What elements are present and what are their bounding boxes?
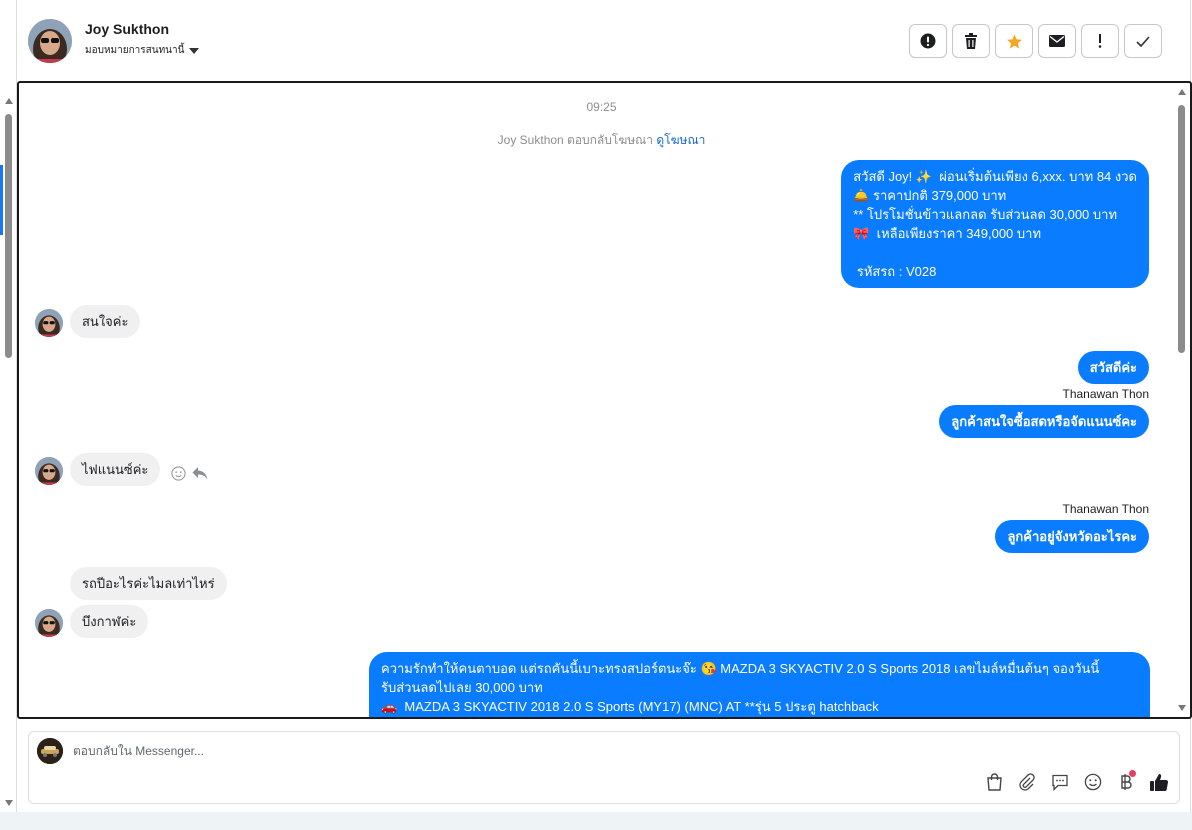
outgoing-message[interactable]: สวัสดี Joy! ✨ ผ่อนเริ่มต้นเพียง 6,xxx. บ…	[841, 160, 1149, 288]
delete-button[interactable]	[952, 24, 990, 58]
scroll-down-arrow-icon[interactable]	[5, 800, 13, 806]
mark-spam-button[interactable]	[909, 24, 947, 58]
composer-actions	[984, 770, 1169, 792]
sender-name: Thanawan Thon	[1062, 387, 1149, 401]
ad-reply-note: Joy Sukthon ตอบกลับโฆษณา ดูโฆษณา	[19, 131, 1184, 150]
contact-avatar	[35, 457, 63, 485]
incoming-message[interactable]: บึงกาฬค่ะ	[70, 605, 149, 638]
scroll-up-arrow-icon[interactable]	[5, 98, 13, 104]
mark-unread-button[interactable]	[1038, 24, 1076, 58]
exclamation-icon	[1098, 34, 1102, 48]
assign-label: มอบหมายการสนทนานี้	[85, 45, 185, 56]
emoji-icon[interactable]	[1083, 772, 1103, 792]
contact-avatar	[35, 309, 63, 337]
assign-conversation-dropdown[interactable]: มอบหมายการสนทนานี้	[85, 43, 200, 58]
message-timestamp: 09:25	[586, 100, 617, 114]
conversation-header: Joy Sukthon มอบหมายการสนทนานี้	[17, 0, 1190, 80]
page-avatar	[37, 738, 63, 764]
incoming-message[interactable]: สนใจค่ะ	[70, 305, 141, 338]
caret-down-icon	[189, 48, 200, 54]
exclamation-circle-icon	[920, 33, 936, 49]
scroll-up-arrow-icon[interactable]	[1178, 89, 1186, 95]
conversation-toolbar	[909, 24, 1162, 58]
contact-name: Joy Sukthon	[85, 21, 170, 37]
contact-avatar	[35, 609, 63, 637]
left-scrollbar[interactable]	[3, 96, 15, 808]
incoming-message[interactable]: ไฟแนนซ์ค่ะ	[70, 453, 161, 486]
trash-icon	[965, 33, 977, 49]
incoming-message[interactable]: รถปีอะไรค่ะไมลเท่าไหร่	[70, 567, 227, 600]
outgoing-message[interactable]: ลูกค้าสนใจซื้อสดหรือจัดแนนซ์คะ	[939, 405, 1149, 438]
envelope-icon	[1049, 35, 1065, 47]
outgoing-message[interactable]: ความรักทำให้คนตาบอด แต่รถคันนี้เบาะทรงสป…	[369, 652, 1150, 717]
message-composer	[28, 731, 1180, 804]
notification-dot	[1129, 770, 1136, 777]
message-thread[interactable]: 09:25 Joy Sukthon ตอบกลับโฆษณา ดูโฆษณา ส…	[17, 81, 1192, 719]
star-icon	[1006, 33, 1022, 49]
view-ad-link[interactable]: ดูโฆษณา	[656, 133, 705, 147]
message-actions	[171, 466, 208, 481]
star-button[interactable]	[995, 24, 1033, 58]
follow-up-button[interactable]	[1081, 24, 1119, 58]
check-icon	[1136, 35, 1150, 47]
paperclip-icon[interactable]	[1017, 772, 1037, 792]
avatar[interactable]	[28, 19, 72, 63]
scroll-thumb[interactable]	[5, 114, 12, 358]
footer-strip	[0, 812, 1192, 830]
shopping-bag-icon[interactable]	[984, 772, 1004, 792]
outgoing-message[interactable]: สวัสดีค่ะ	[1077, 351, 1149, 384]
mark-done-button[interactable]	[1124, 24, 1162, 58]
saved-reply-icon[interactable]	[1050, 772, 1070, 792]
reply-icon[interactable]	[192, 466, 208, 481]
thumbs-up-icon[interactable]	[1149, 772, 1169, 792]
reply-input[interactable]	[73, 744, 973, 758]
outgoing-message[interactable]: ลูกค้าอยู่จังหวัดอะไรคะ	[995, 520, 1149, 553]
react-emoji-icon[interactable]	[171, 466, 186, 481]
sender-name: Thanawan Thon	[1062, 502, 1149, 516]
ad-reply-text: Joy Sukthon ตอบกลับโฆษณา	[497, 133, 654, 147]
messenger-inbox-page: Joy Sukthon มอบหมายการสนทนานี้ 09:25 Joy…	[0, 0, 1192, 830]
scroll-down-arrow-icon[interactable]	[1178, 705, 1186, 711]
baht-icon[interactable]	[1116, 770, 1136, 792]
thread-scrollbar[interactable]	[1176, 87, 1188, 715]
